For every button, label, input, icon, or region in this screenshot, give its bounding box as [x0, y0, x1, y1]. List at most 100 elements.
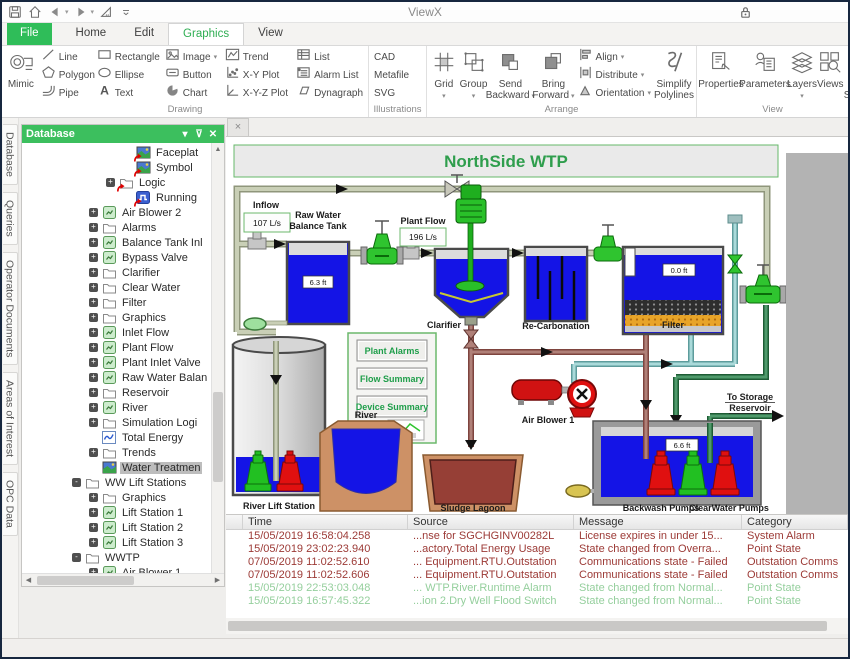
- parameters-button[interactable]: Parameters: [743, 47, 787, 91]
- tree-item-symbol[interactable]: Symbol: [22, 160, 211, 175]
- storage-reservoir-link[interactable]: To Storage Reservoir: [725, 392, 775, 414]
- text-button[interactable]: AText: [94, 84, 162, 102]
- forward-icon[interactable]: [73, 4, 89, 20]
- scroll-thumb[interactable]: [228, 621, 827, 631]
- ribbon-tab-edit[interactable]: Edit: [120, 23, 168, 45]
- tree-expander-icon[interactable]: +: [89, 448, 98, 457]
- tree-item-running[interactable]: Running: [22, 190, 211, 205]
- send-backward-button[interactable]: SendBackward ▾: [488, 47, 532, 101]
- panel-dropdown-icon[interactable]: ▾: [178, 129, 192, 140]
- tree-item-bypass-valve[interactable]: +Bypass Valve: [22, 250, 211, 265]
- tree-item-alarms[interactable]: +Alarms: [22, 220, 211, 235]
- tree-expander-icon[interactable]: -: [72, 553, 81, 562]
- mimic-button[interactable]: Mimic: [4, 47, 38, 91]
- document-tab-close-icon[interactable]: ×: [227, 118, 249, 136]
- edit-script-button[interactable]: EditScript: [844, 47, 848, 101]
- layers-button[interactable]: Layers ▾: [787, 47, 817, 101]
- alarm-column-header-message[interactable]: Message: [574, 515, 742, 529]
- ribbon-tab-file[interactable]: File: [7, 23, 52, 45]
- alarm-row[interactable]: 15/05/2019 16:58:04.258...nse for SGCHGI…: [226, 530, 848, 543]
- alarm-column-header-source[interactable]: Source: [408, 515, 574, 529]
- alarm-column-header-category[interactable]: Category: [742, 515, 848, 529]
- side-tab-opc-data[interactable]: OPC Data: [3, 472, 18, 536]
- tree-item-balance-tank-inl[interactable]: +Balance Tank Inl: [22, 235, 211, 250]
- back-icon[interactable]: [47, 4, 63, 20]
- tree-item-inlet-flow[interactable]: +Inlet Flow: [22, 325, 211, 340]
- ribbon-tab-graphics[interactable]: Graphics: [168, 23, 244, 45]
- list-button[interactable]: List: [293, 48, 366, 66]
- ribbon-tab-view[interactable]: View: [244, 23, 297, 45]
- panel-close-icon[interactable]: ✕: [206, 129, 220, 140]
- tree-item-water-treatmen[interactable]: Water Treatmen: [22, 460, 211, 475]
- tree-expander-icon[interactable]: +: [89, 493, 98, 502]
- recarbonation-tank[interactable]: [525, 247, 587, 321]
- tree-item-filter[interactable]: +Filter: [22, 295, 211, 310]
- tree-horizontal-scrollbar[interactable]: ◀ ▶: [22, 573, 224, 586]
- ellipse-button[interactable]: Ellipse: [94, 66, 162, 84]
- alarm-column-header-time[interactable]: Time: [243, 515, 408, 529]
- tree-item-total-energy[interactable]: Total Energy: [22, 430, 211, 445]
- pipe-button[interactable]: Pipe: [38, 84, 94, 102]
- dynagraph-button[interactable]: Dynagraph: [293, 84, 366, 102]
- grid-button[interactable]: Grid ▾: [429, 47, 459, 101]
- tree-expander-icon[interactable]: +: [89, 298, 98, 307]
- tree-item-trends[interactable]: +Trends: [22, 445, 211, 460]
- tree-item-reservoir[interactable]: +Reservoir: [22, 385, 211, 400]
- tree-expander-icon[interactable]: +: [89, 508, 98, 517]
- tree-expander-icon[interactable]: +: [89, 388, 98, 397]
- tree-item-wwtp[interactable]: -WWTP: [22, 550, 211, 565]
- scroll-thumb[interactable]: [213, 392, 223, 482]
- tree-expander-icon[interactable]: +: [89, 253, 98, 262]
- tree-item-raw-water-balan[interactable]: +Raw Water Balan: [22, 370, 211, 385]
- tree-item-lift-station-2[interactable]: +Lift Station 2: [22, 520, 211, 535]
- tree-item-clarifier[interactable]: +Clarifier: [22, 265, 211, 280]
- side-tab-database[interactable]: Database: [3, 124, 18, 185]
- simplify-polylines-button[interactable]: SimplifyPolylines: [654, 47, 694, 101]
- button-button[interactable]: Button: [162, 66, 222, 84]
- group-button[interactable]: Group ▾: [459, 47, 489, 101]
- views-button[interactable]: Views: [817, 47, 844, 91]
- side-tab-operator-documents[interactable]: Operator Documents: [3, 252, 18, 365]
- tree-expander-icon[interactable]: +: [89, 208, 98, 217]
- orientation-button[interactable]: Orientation▾: [575, 84, 654, 102]
- tree-expander-icon[interactable]: +: [89, 373, 98, 382]
- properties-button[interactable]: Properties: [699, 47, 743, 91]
- tree-item-plant-flow[interactable]: +Plant Flow: [22, 340, 211, 355]
- svg-button[interactable]: SVG: [371, 84, 412, 102]
- tree-expander-icon[interactable]: +: [89, 238, 98, 247]
- tree-item-graphics[interactable]: +Graphics: [22, 310, 211, 325]
- save-icon[interactable]: [7, 4, 23, 20]
- tree-item-air-blower-2[interactable]: +Air Blower 2: [22, 205, 211, 220]
- tree-expander-icon[interactable]: +: [89, 283, 98, 292]
- forward-icon-dropdown[interactable]: ▾: [91, 8, 95, 16]
- line-button[interactable]: Line: [38, 48, 94, 66]
- tree-expander-icon[interactable]: +: [89, 328, 98, 337]
- plant-alarms-button[interactable]: Plant Alarms: [357, 340, 427, 361]
- tree-expander-icon[interactable]: +: [89, 358, 98, 367]
- tree-expander-icon[interactable]: +: [89, 268, 98, 277]
- scroll-right-button[interactable]: ▶: [211, 576, 224, 584]
- bring-forward-button[interactable]: BringForward ▾: [532, 47, 574, 101]
- x-y-z-plot-button[interactable]: X-Y-Z Plot: [222, 84, 293, 102]
- tree-item-plant-inlet-valve[interactable]: +Plant Inlet Valve: [22, 355, 211, 370]
- qat-customize-icon[interactable]: [118, 4, 134, 20]
- tree-item-graphics[interactable]: +Graphics: [22, 490, 211, 505]
- tree-expander-icon[interactable]: -: [72, 478, 81, 487]
- tree-vertical-scrollbar[interactable]: ▲: [211, 143, 224, 573]
- measure-icon[interactable]: [98, 4, 114, 20]
- ribbon-tab-home[interactable]: Home: [62, 23, 121, 45]
- balance-tank[interactable]: 6.3 ft: [287, 242, 349, 324]
- cad-button[interactable]: CAD: [371, 48, 412, 66]
- flow-summary-button[interactable]: Flow Summary: [357, 368, 427, 389]
- lock-icon[interactable]: [738, 5, 753, 25]
- tree-item-ww-lift-stations[interactable]: -WW Lift Stations: [22, 475, 211, 490]
- polygon-button[interactable]: Polygon: [38, 66, 94, 84]
- tree-expander-icon[interactable]: +: [106, 178, 115, 187]
- tree-expander-icon[interactable]: +: [89, 313, 98, 322]
- alarm-row[interactable]: 15/05/2019 16:57:45.322...ion 2.Dry Well…: [226, 595, 848, 608]
- image-button[interactable]: Image▾: [162, 48, 222, 66]
- tree-expander-icon[interactable]: +: [89, 403, 98, 412]
- tree-expander-icon[interactable]: +: [89, 568, 98, 573]
- tree-item-river[interactable]: +River: [22, 400, 211, 415]
- back-icon-dropdown[interactable]: ▾: [65, 8, 69, 16]
